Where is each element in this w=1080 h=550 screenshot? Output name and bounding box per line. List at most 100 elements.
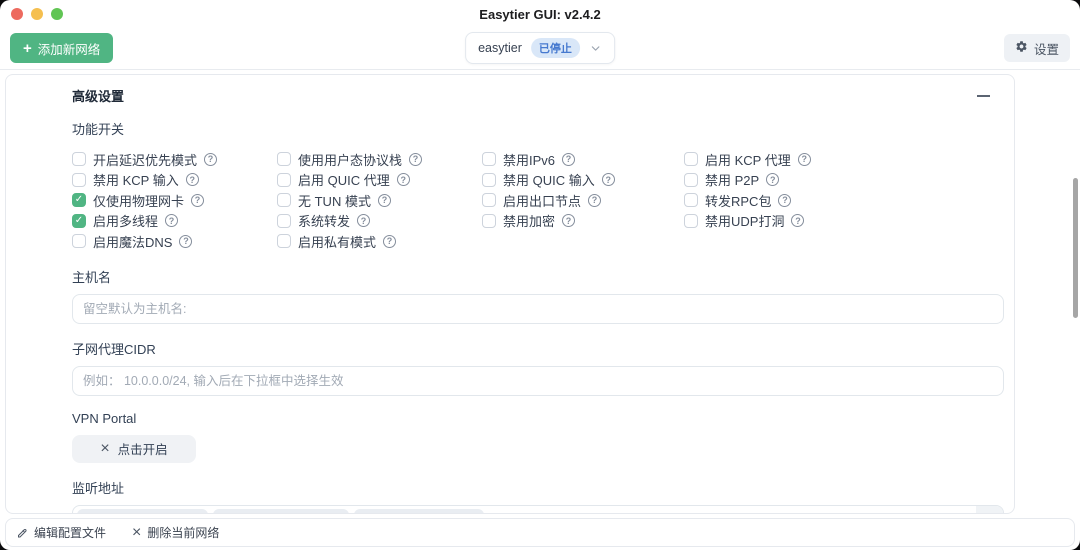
checkbox[interactable]	[72, 234, 86, 249]
listeners-input[interactable]	[488, 505, 976, 513]
minimize-window-button[interactable]	[31, 8, 43, 20]
switch-label: 启用 QUIC 代理	[298, 173, 390, 189]
checkbox[interactable]	[72, 213, 86, 228]
toolbar: 添加新网络 easytier 已停止 设置	[0, 28, 1080, 70]
help-icon[interactable]	[601, 173, 615, 187]
switch-label: 仅使用物理网卡	[93, 193, 185, 209]
feature-switch[interactable]: 使用用户态协议栈	[277, 149, 482, 170]
checkbox[interactable]	[482, 172, 496, 187]
checkbox[interactable]	[277, 213, 291, 228]
checkbox[interactable]	[277, 193, 291, 208]
scrollbar-thumb[interactable]	[1073, 178, 1078, 318]
help-icon[interactable]	[797, 152, 811, 166]
feature-switch[interactable]: 启用 QUIC 代理	[277, 170, 482, 191]
help-icon[interactable]	[409, 152, 423, 166]
checkbox[interactable]	[482, 152, 496, 167]
help-icon[interactable]	[791, 214, 805, 228]
checkbox[interactable]	[684, 193, 698, 208]
help-icon[interactable]	[357, 214, 371, 228]
switch-label: 使用用户态协议栈	[298, 152, 403, 168]
switch-column: 使用用户态协议栈 启用 QUIC 代理 无 TUN 模式	[277, 149, 482, 252]
checkbox[interactable]	[72, 193, 86, 208]
settings-button[interactable]: 设置	[1003, 34, 1070, 62]
help-icon[interactable]	[562, 152, 576, 166]
window-title: Easytier GUI: v2.4.2	[479, 7, 601, 22]
feature-switch[interactable]: 禁用加密	[482, 211, 684, 232]
close-window-button[interactable]	[11, 8, 23, 20]
checkbox[interactable]	[482, 193, 496, 208]
checkbox[interactable]	[277, 234, 291, 249]
help-icon[interactable]	[778, 193, 792, 207]
feature-switch[interactable]: 启用私有模式	[277, 231, 482, 252]
feature-switch[interactable]: 禁用UDP打洞	[684, 211, 811, 232]
close-icon	[100, 441, 109, 457]
listeners-multiselect[interactable]: tcp://0.0.0.0:11010 udp://0.0.0.0:11010 …	[72, 504, 1004, 514]
edit-config-button[interactable]: 编辑配置文件	[16, 524, 106, 541]
feature-switch[interactable]: 禁用 KCP 输入	[72, 170, 277, 191]
advanced-settings-panel: 高级设置 功能开关 开启延迟优先模式 禁用 KCP 输入	[5, 74, 1015, 514]
feature-switch[interactable]: 禁用IPv6	[482, 149, 684, 170]
remove-tag-icon[interactable]	[190, 513, 201, 514]
feature-switch[interactable]: 启用魔法DNS	[72, 231, 277, 252]
feature-switch[interactable]: 系统转发	[277, 211, 482, 232]
help-icon[interactable]	[562, 214, 576, 228]
checkbox[interactable]	[684, 152, 698, 167]
feature-switch[interactable]: 禁用 P2P	[684, 170, 811, 191]
help-icon[interactable]	[191, 193, 205, 207]
checkbox[interactable]	[482, 213, 496, 228]
switch-label: 系统转发	[298, 214, 351, 230]
switch-label: 禁用 P2P	[705, 173, 760, 189]
checkbox[interactable]	[72, 152, 86, 167]
listener-tag: wg://0.0.0.0:11011	[353, 508, 484, 514]
checkbox[interactable]	[277, 172, 291, 187]
vpn-portal-label: VPN Portal	[72, 410, 137, 426]
feature-switch[interactable]: 开启延迟优先模式	[72, 149, 277, 170]
add-network-label: 添加新网络	[37, 42, 101, 57]
feature-switch[interactable]: 启用 KCP 代理	[684, 149, 811, 170]
feature-switch[interactable]: 仅使用物理网卡	[72, 190, 277, 211]
panel-title: 高级设置	[72, 89, 125, 104]
add-network-button[interactable]: 添加新网络	[10, 33, 114, 63]
close-icon	[132, 525, 141, 541]
help-icon[interactable]	[396, 173, 410, 187]
help-icon[interactable]	[383, 234, 397, 248]
feature-switch[interactable]: 转发RPC包	[684, 190, 811, 211]
help-icon[interactable]	[588, 193, 602, 207]
switch-label: 禁用IPv6	[503, 152, 556, 168]
help-icon[interactable]	[204, 152, 218, 166]
checkbox[interactable]	[684, 213, 698, 228]
chevron-down-icon[interactable]	[976, 505, 1003, 513]
subnet-proxy-input[interactable]	[72, 365, 1004, 396]
remove-tag-icon[interactable]	[465, 513, 476, 514]
add-icon	[23, 41, 32, 56]
switch-label: 启用多线程	[93, 214, 159, 230]
help-icon[interactable]	[766, 173, 780, 187]
help-icon[interactable]	[165, 214, 179, 228]
help-icon[interactable]	[377, 193, 391, 207]
network-select[interactable]: easytier 已停止	[465, 32, 615, 64]
network-name: easytier	[478, 41, 522, 55]
checkbox[interactable]	[277, 152, 291, 167]
feature-switch[interactable]: 禁用 QUIC 输入	[482, 170, 684, 191]
edit-config-icon	[16, 527, 28, 539]
feature-switch[interactable]: 无 TUN 模式	[277, 190, 482, 211]
remove-tag-icon[interactable]	[330, 513, 341, 514]
listener-value: udp://0.0.0.0:11010	[221, 513, 324, 514]
switch-label: 启用魔法DNS	[93, 234, 173, 250]
vpn-portal-button-label: 点击开启	[117, 443, 168, 457]
switch-label: 禁用 KCP 输入	[93, 173, 179, 189]
zoom-window-button[interactable]	[51, 8, 63, 20]
help-icon[interactable]	[179, 234, 193, 248]
checkbox[interactable]	[684, 172, 698, 187]
feature-switch[interactable]: 启用多线程	[72, 211, 277, 232]
vpn-portal-toggle-button[interactable]: 点击开启	[72, 434, 196, 463]
switch-label: 无 TUN 模式	[298, 193, 371, 209]
collapse-panel-button[interactable]	[970, 88, 996, 104]
checkbox[interactable]	[72, 172, 86, 187]
help-icon[interactable]	[185, 173, 199, 187]
listener-value: wg://0.0.0.0:11011	[362, 513, 459, 514]
switch-column: 启用 KCP 代理 禁用 P2P 转发RPC包	[684, 149, 811, 252]
feature-switch[interactable]: 启用出口节点	[482, 190, 684, 211]
delete-network-button[interactable]: 删除当前网络	[132, 524, 219, 541]
hostname-input[interactable]	[72, 293, 1004, 324]
